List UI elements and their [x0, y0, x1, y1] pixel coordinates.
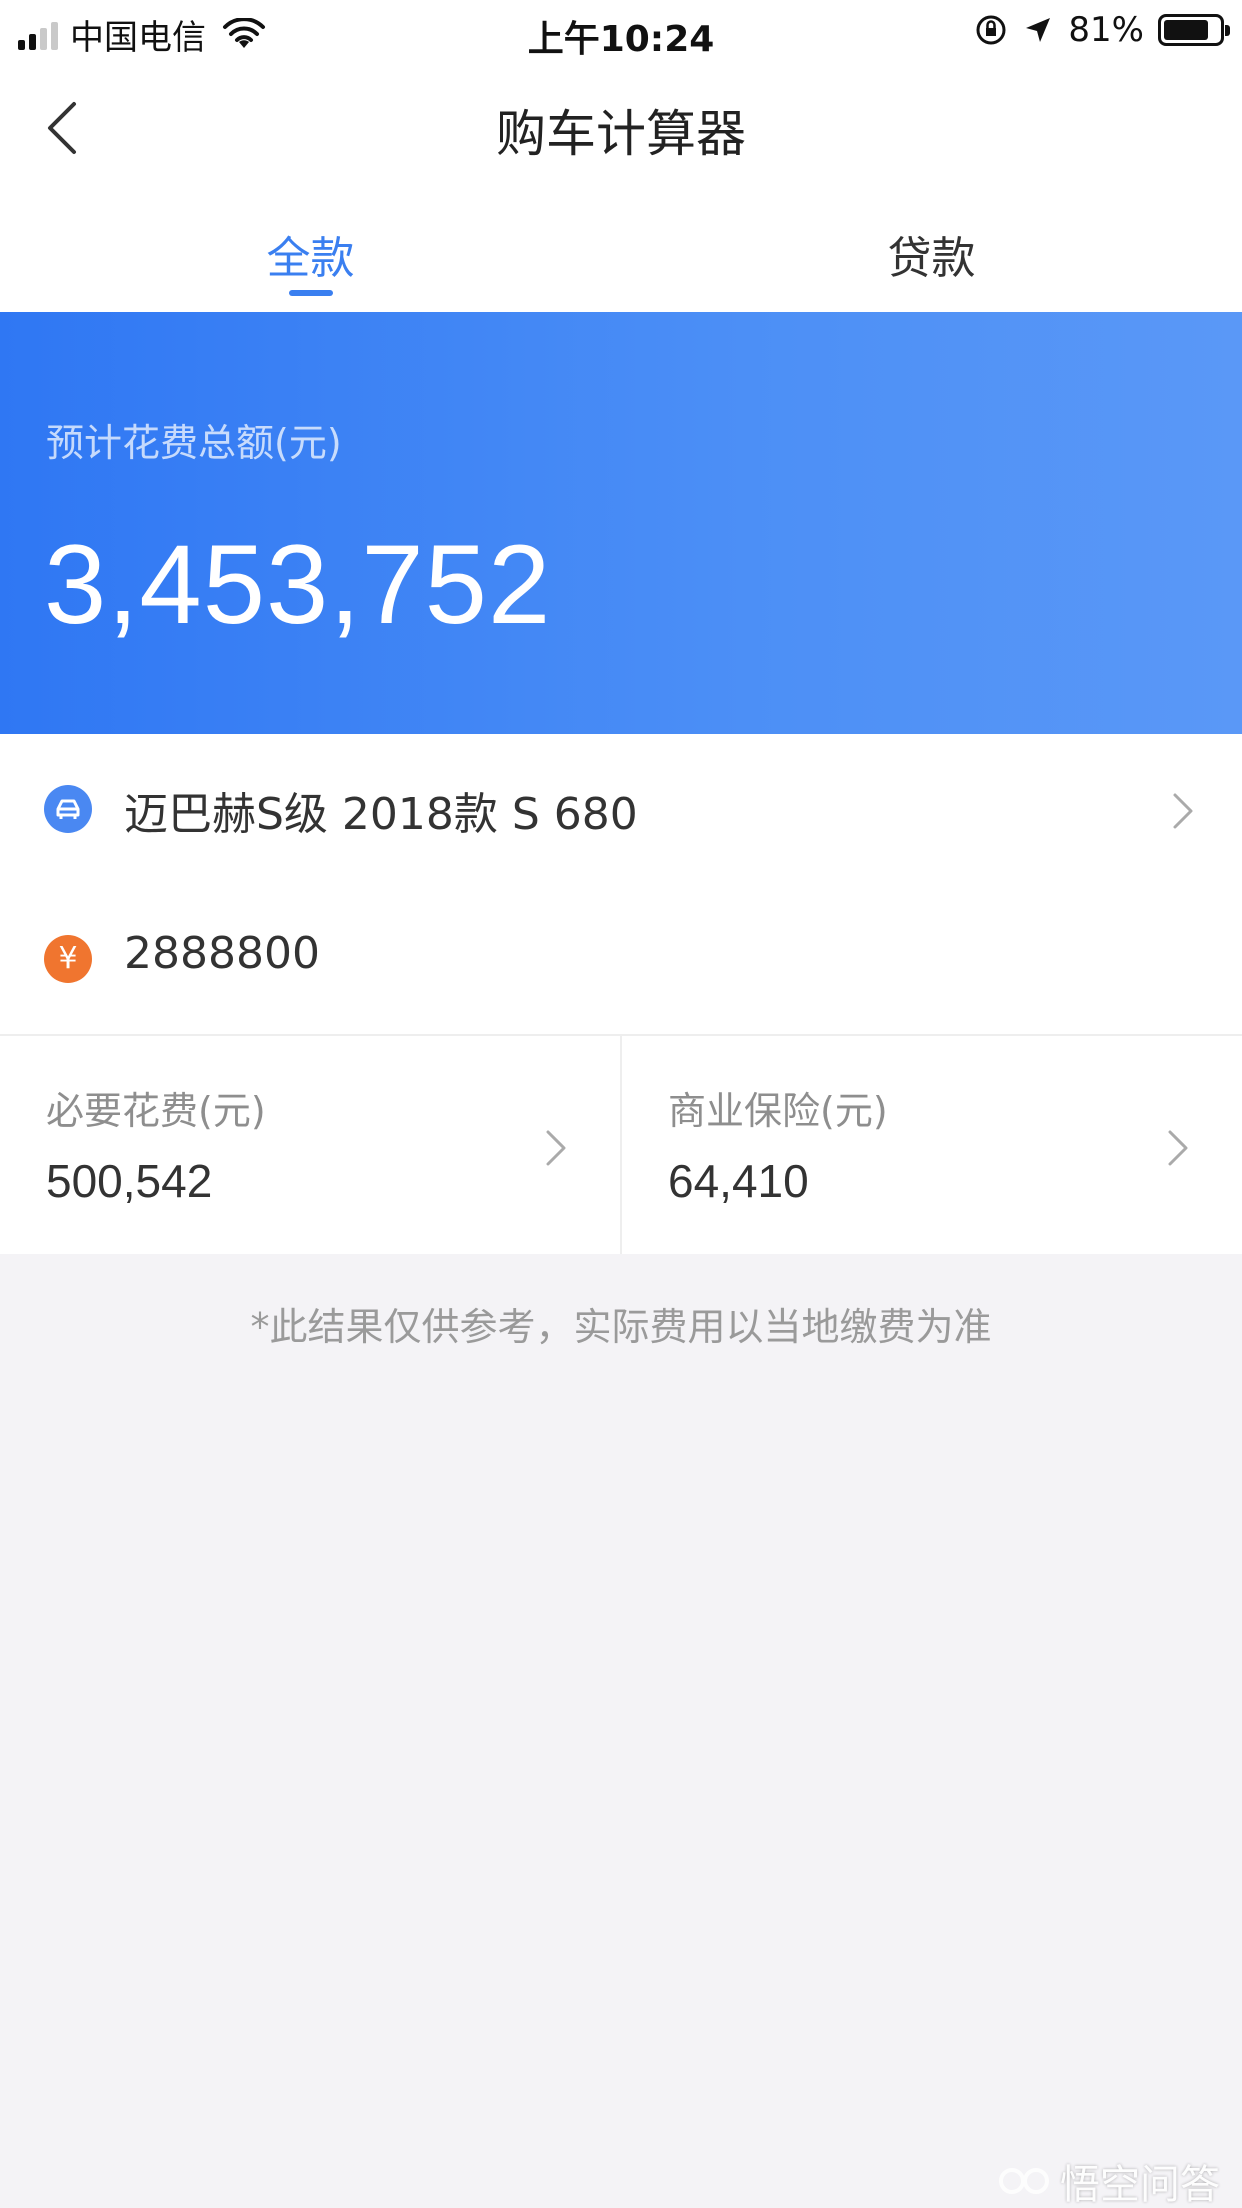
page-title: 购车计算器 — [496, 105, 746, 163]
total-cost-amount: 3,453,752 — [44, 522, 552, 647]
insurance-cost-value: 64,410 — [668, 1155, 809, 1207]
watermark: 悟空问答 — [996, 2152, 1220, 2208]
total-cost-label: 预计花费总额(元) — [46, 421, 342, 465]
insurance-cost-label: 商业保险(元) — [668, 1089, 888, 1133]
necessary-cost-cell[interactable]: 必要花费(元) 500,542 — [0, 1036, 620, 1254]
battery-percent: 81% — [1068, 10, 1144, 50]
car-icon — [44, 785, 92, 833]
cost-breakdown: 必要花费(元) 500,542 商业保险(元) 64,410 — [0, 1034, 1242, 1254]
yuan-icon: ¥ — [44, 935, 92, 983]
necessary-cost-value: 500,542 — [46, 1155, 213, 1207]
tab-loan[interactable]: 贷款 — [621, 222, 1242, 286]
tab-indicator — [289, 290, 333, 296]
necessary-cost-label: 必要花费(元) — [46, 1089, 266, 1133]
battery-level-fill — [1164, 20, 1208, 40]
total-cost-banner: 预计花费总额(元) 3,453,752 — [0, 312, 1242, 734]
battery-icon — [1158, 14, 1230, 46]
rotation-lock-icon — [976, 15, 1006, 45]
location-arrow-icon — [1026, 18, 1051, 42]
tab-bar: 全款 贷款 — [0, 192, 1242, 312]
insurance-cost-cell[interactable]: 商业保险(元) 64,410 — [622, 1036, 1242, 1254]
chevron-right-icon — [1168, 1130, 1188, 1166]
watermark-text: 悟空问答 — [1060, 2162, 1220, 2208]
status-right: 81% — [974, 10, 1230, 50]
status-bar: 中国电信 上午10:24 81% — [0, 0, 1242, 62]
chevron-right-icon — [546, 1130, 566, 1166]
car-model-name: 迈巴赫S级 2018款 S 680 — [124, 789, 638, 840]
wukong-logo-icon — [999, 2168, 1049, 2194]
disclaimer-text: *此结果仅供参考，实际费用以当地缴费为准 — [250, 1305, 992, 1349]
tab-full-payment[interactable]: 全款 — [0, 222, 621, 286]
nav-bar: 购车计算器 — [0, 62, 1242, 192]
chevron-right-icon — [1173, 793, 1193, 829]
car-price-row[interactable]: ¥ 2888800 — [0, 884, 1242, 1034]
car-model-row[interactable]: 迈巴赫S级 2018款 S 680 — [0, 734, 1242, 884]
car-price-value: 2888800 — [124, 928, 320, 979]
